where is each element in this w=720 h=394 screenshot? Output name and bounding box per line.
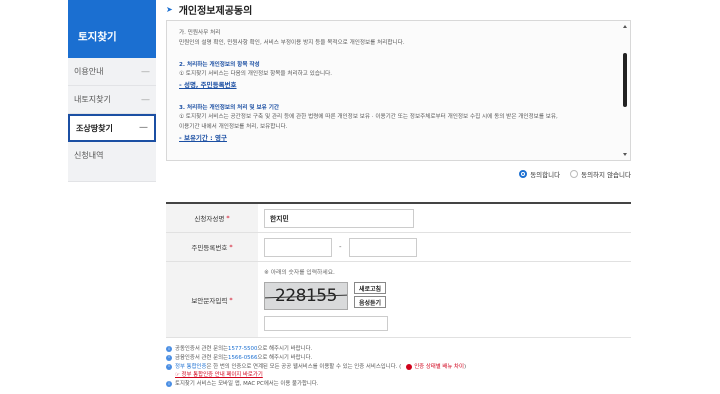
notice-text: 은 한 번의 인증으로 연계된 모든 공공 웹서비스를 이용할 수 있는 인증 … (206, 363, 402, 370)
notice-item: i 토지찾기 서비스는 모바일 앱, MAC PC에서는 이용 불가합니다. (166, 380, 636, 389)
required-mark: * (226, 214, 230, 222)
sidebar-item-ancestor-land[interactable]: 조상땅찾기 — (68, 114, 156, 142)
notice-badge-text: 인증 상태별 배뉴 차이 (414, 363, 464, 370)
agree-label[interactable]: 동의합니다 (530, 169, 560, 179)
form-label: 신청자성명 * (166, 204, 258, 232)
sidebar-item-my-land[interactable]: 내토지찾기 — (68, 86, 156, 114)
notice-text: 금융인증서 관련 문의는 (175, 354, 229, 361)
form-label: 주민등록번호 * (166, 233, 258, 261)
info-icon: i (166, 346, 172, 353)
audio-button[interactable]: 음성듣기 (354, 296, 387, 308)
terms-text: ① 토지찾기 서비스는 공간정보 구축 및 관리 등에 관한 법령에 따른 개인… (179, 114, 558, 121)
terms-box[interactable]: 가. 민원사무 처리 민원인의 설명 확인, 민원사항 확인, 서비스 부정이용… (166, 20, 631, 161)
sidebar-item-label: 내토지찾기 (74, 95, 111, 104)
disagree-radio[interactable] (570, 170, 579, 178)
agree-radio[interactable] (519, 170, 528, 178)
required-mark: * (229, 243, 233, 251)
form-row-captcha: 보안문자입력 * ※ 아래의 숫자를 입력하세요. 228155 새로고침 음성듣… (166, 262, 631, 338)
info-icon: i (166, 355, 172, 362)
disagree-label[interactable]: 동의하지 않습니다 (581, 169, 631, 179)
form-row-rrn: 주민등록번호 * - (166, 233, 631, 262)
notice-item: i 정부 통합인증 은 한 번의 인증으로 연계된 모든 공공 웹서비스를 이용할… (166, 363, 636, 372)
scroll-down-icon[interactable] (623, 153, 627, 156)
captcha-label: 보안문자입력 (191, 296, 228, 305)
sidebar-item-guide[interactable]: 이용안내 — (68, 58, 156, 86)
refresh-button[interactable]: 새로고침 (354, 282, 387, 294)
rrn-front-field[interactable] (264, 237, 332, 257)
captcha-area: 228155 새로고침 음성듣기 (264, 282, 387, 310)
sidebar-item-label: 신청내역 (74, 151, 104, 160)
notice-text: 으로 해주시기 바랍니다. (257, 346, 313, 352)
sidebar-item-history[interactable]: 신청내역 (68, 142, 156, 182)
notice-text: 으로 해주시기 바랍니다. (257, 354, 313, 361)
rrn-separator: - (339, 243, 342, 251)
rrn-back-field[interactable] (348, 237, 417, 257)
terms-heading: 3. 처리하는 개인정보의 처리 및 보유 기간 (179, 104, 280, 111)
notice-item: ☞ 정부 통합인증 안내 페이지 바로가기 (166, 371, 636, 380)
section-title: 개인정보제공동의 (178, 5, 253, 17)
terms-text: 이용기간 내에서 개인정보를 처리, 보유합니다. (179, 124, 288, 131)
terms-text: 민원인의 설명 확인, 민원사항 확인, 서비스 부정이용 방지 등을 목적으로… (179, 39, 405, 46)
form-value: 한지민 (258, 204, 631, 232)
terms-text: ① 토지찾기 서비스는 다음의 개인정보 항목을 처리하고 있습니다. (179, 71, 333, 78)
terms-item-link[interactable]: - 성명, 주민등록번호 (179, 80, 610, 91)
notice-text: 공동인증서 관련 문의는 (175, 346, 229, 352)
notice-highlight: 정부 통합인증 (175, 363, 207, 370)
phone-number: 1577-5500 (228, 346, 258, 352)
captcha-image: 228155 (264, 282, 348, 310)
phone-number: 1566-0566 (228, 354, 258, 361)
terms-section-retention: 3. 처리하는 개인정보의 처리 및 보유 기간 ① 토지찾기 서비스는 공간정… (179, 104, 610, 145)
scrollbar-thumb[interactable] (623, 53, 627, 107)
name-field[interactable]: 한지민 (264, 208, 414, 228)
form-value: ※ 아래의 숫자를 입력하세요. 228155 새로고침 음성듣기 (258, 262, 631, 337)
form-value: - (258, 233, 631, 261)
info-icon: i (166, 381, 172, 388)
info-icon: i (166, 363, 172, 370)
form-label: 보안문자입력 * (166, 262, 258, 337)
alert-icon (406, 363, 413, 370)
sidebar-item-label: 조상땅찾기 (76, 123, 113, 133)
notice-text: ) (463, 363, 467, 370)
captcha-hint: ※ 아래의 숫자를 입력하세요. (264, 270, 335, 276)
chevron-right-icon: ➤ (166, 4, 173, 14)
sidebar: 토지찾기 이용안내 — 내토지찾기 — 조상땅찾기 — 신청내역 (68, 0, 156, 182)
rrn-label: 주민등록번호 (191, 244, 228, 252)
dash-icon: — (141, 94, 150, 105)
scroll-up-icon[interactable] (623, 25, 627, 28)
terms-section-items: 2. 처리하는 개인정보의 항목 작성 ① 토지찾기 서비스는 다음의 개인정보… (179, 61, 610, 92)
form-row-name: 신청자성명 * 한지민 (166, 204, 631, 233)
terms-section-purpose: 가. 민원사무 처리 민원인의 설명 확인, 민원사항 확인, 서비스 부정이용… (179, 29, 610, 49)
captcha-buttons: 새로고침 음성듣기 (354, 282, 387, 308)
terms-item-link[interactable]: - 보유기간 : 영구 (179, 133, 610, 144)
notice-item: i 공동인증서 관련 문의는 1577-5500 으로 해주시기 바랍니다. (166, 345, 636, 354)
terms-heading: 2. 처리하는 개인정보의 항목 작성 (179, 61, 260, 68)
notice-text: 토지찾기 서비스는 모바일 앱, MAC PC에서는 이용 불가합니다. (175, 381, 319, 387)
terms-text: 가. 민원사무 처리 (179, 30, 221, 36)
notice-item: i 금융인증서 관련 문의는 1566-0566 으로 해주시기 바랍니다. (166, 354, 636, 363)
section-header: ➤ 개인정보제공동의 (166, 0, 631, 18)
consent-radio-group: 동의합니다 동의하지 않습니다 (500, 168, 631, 180)
captcha-field[interactable] (264, 316, 388, 331)
gov-auth-guide-link[interactable]: ☞ 정부 통합인증 안내 페이지 바로가기 (175, 371, 263, 380)
dash-icon: — (139, 123, 148, 133)
sidebar-item-label: 이용안내 (74, 67, 104, 76)
notice-list: i 공동인증서 관련 문의는 1577-5500 으로 해주시기 바랍니다. i… (166, 345, 636, 389)
applicant-form: 신청자성명 * 한지민 주민등록번호 * - 보안문자입력 * ※ 아래의 숫자를 입… (166, 202, 631, 338)
name-label: 신청자성명 (194, 215, 225, 223)
required-mark: * (229, 295, 233, 304)
sidebar-title: 토지찾기 (68, 0, 156, 58)
dash-icon: — (141, 66, 150, 77)
